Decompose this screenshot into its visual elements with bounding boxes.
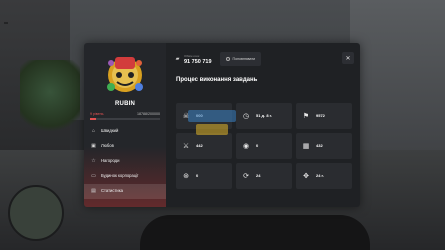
- card-icon: ▭: [91, 173, 96, 179]
- money-value: 91 750 719: [184, 58, 212, 65]
- stat-value: 24: [256, 173, 261, 178]
- watermark-logo-icon: [188, 110, 236, 135]
- close-button[interactable]: ✕: [342, 52, 354, 64]
- avatar-emblem-icon: [107, 57, 143, 92]
- tree: [20, 60, 80, 140]
- stat-card: ✥ 24 г.: [296, 163, 352, 189]
- stat-value: 9572: [316, 113, 325, 118]
- menu-item-title: Статистика: [101, 188, 123, 194]
- hud-server-tag: [4, 22, 8, 24]
- level-progress-fill: [90, 118, 97, 120]
- menu-item-title: Будинок корпорації: [101, 173, 139, 179]
- knife-icon: ⚔: [182, 143, 190, 150]
- stat-value: 24 г.: [316, 173, 324, 178]
- donate-label: Поповнювати: [232, 57, 256, 61]
- home-icon: ⌂: [91, 128, 96, 134]
- stat-value: 432: [316, 143, 323, 148]
- clock-icon: ◷: [242, 113, 250, 120]
- briefcase-icon: ▦: [302, 143, 310, 150]
- menu-item-quick[interactable]: ⌂ Швидкий: [84, 124, 166, 139]
- money-label: Обмін очок: [184, 53, 200, 58]
- level-xp: 18788/200000: [137, 112, 160, 116]
- menu-item-statistics[interactable]: ▤ Статистика: [84, 183, 166, 199]
- profile-sidebar: RUBIN 9 рівень 18788/200000 ⌂ Швидкий ▣ …: [84, 43, 166, 207]
- stat-value: 442: [196, 143, 203, 148]
- page-title: Процес виконання завдань: [176, 77, 258, 83]
- star-icon: ☆: [91, 158, 96, 164]
- stat-card: ⊛ 0: [176, 163, 232, 189]
- steering-icon: ⊛: [183, 173, 189, 180]
- menu-item-rewards[interactable]: ☆ Нагороди: [84, 154, 166, 169]
- stat-card: ◷ 51 д. 8 г.: [236, 103, 292, 129]
- stat-value: 0: [196, 173, 199, 178]
- menu-item-title: Любов: [101, 143, 114, 149]
- cash-icon: ▰: [175, 56, 180, 62]
- player-car: [140, 215, 370, 250]
- level-progress-bar: [90, 118, 160, 120]
- chart-icon: ▤: [91, 188, 96, 194]
- coin-icon: [225, 57, 230, 61]
- coin-icon: ◉: [242, 143, 250, 150]
- menu-item-house[interactable]: ▭ Будинок корпорації: [84, 169, 166, 184]
- level-row: 9 рівень 18788/200000: [90, 112, 160, 116]
- minimap: [8, 185, 64, 241]
- stat-card: ▦ 432: [296, 133, 352, 159]
- timer-icon: ⟳: [243, 173, 249, 180]
- stat-card: ⟳ 24: [236, 163, 292, 189]
- topbar: ▰ Обмін очок 91 750 719 Поповнювати ✕: [166, 43, 360, 75]
- player-name: RUBIN: [115, 101, 135, 107]
- money-block: Обмін очок 91 750 719: [184, 54, 212, 65]
- sidebar-menu: ⌂ Швидкий ▣ Любов ☆ Нагороди ▭ Будинок к…: [84, 124, 166, 199]
- menu-item-title: Швидкий: [101, 128, 119, 134]
- stat-card: ◉ 0: [236, 133, 292, 159]
- donate-button[interactable]: Поповнювати: [219, 52, 262, 66]
- bag-icon: ▣: [91, 143, 96, 149]
- stat-value: 0: [256, 143, 259, 148]
- stat-value: 51 д. 8 г.: [256, 113, 273, 118]
- menu-item-title: Нагороди: [101, 158, 120, 164]
- flag-icon: ⚑: [302, 113, 310, 120]
- stat-card: ⚑ 9572: [296, 103, 352, 129]
- level-label: 9 рівень: [90, 112, 104, 116]
- avatar: [103, 51, 147, 97]
- menu-item-love[interactable]: ▣ Любов: [84, 139, 166, 154]
- move-icon: ✥: [303, 173, 309, 180]
